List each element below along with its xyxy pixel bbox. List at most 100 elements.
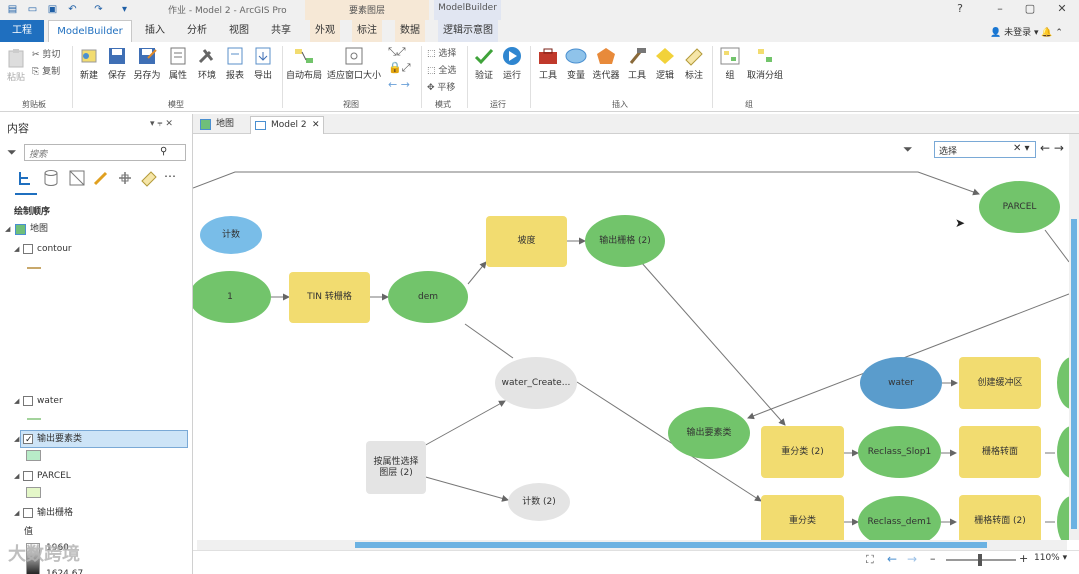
full-extent-icon[interactable]: ⤡⤢ bbox=[388, 45, 406, 59]
auto-layout-button[interactable]: 自动布局 bbox=[286, 46, 322, 81]
paste-button[interactable]: 粘贴 bbox=[4, 48, 28, 83]
help-button[interactable]: ? bbox=[950, 2, 970, 15]
node-raster-to-polygon[interactable]: 栅格转面 bbox=[959, 426, 1041, 478]
node-reclass-slop1[interactable]: Reclass_Slop1 bbox=[858, 426, 941, 478]
validate-button[interactable]: 验证 bbox=[471, 46, 497, 81]
tab-analysis[interactable]: 分析 bbox=[182, 20, 212, 42]
properties-button[interactable]: 属性 bbox=[165, 46, 191, 81]
node-tin-to-raster[interactable]: TIN 转栅格 bbox=[289, 272, 370, 323]
drawing-order-icon[interactable] bbox=[16, 169, 34, 187]
maximize-button[interactable]: ▢ bbox=[1020, 2, 1040, 15]
map-node[interactable]: ◢ 地图 bbox=[0, 221, 190, 237]
clear-find-icon[interactable]: ✕ ▾ bbox=[1013, 143, 1030, 154]
horizontal-scroll-thumb[interactable] bbox=[355, 542, 987, 548]
collapse-icon[interactable]: ◢ bbox=[5, 221, 10, 237]
node-output-raster-2[interactable]: 输出栅格 (2) bbox=[585, 215, 665, 267]
tab-project[interactable]: 工程 bbox=[0, 20, 44, 42]
ungroup-button[interactable]: 取消分组 bbox=[745, 46, 785, 81]
save-icon[interactable]: ▣ bbox=[46, 3, 59, 16]
node-water-create[interactable]: water_Create... bbox=[495, 357, 577, 409]
logic-button[interactable]: 逻辑 bbox=[652, 46, 678, 81]
new-model-button[interactable]: 新建 bbox=[76, 46, 102, 81]
node-count[interactable]: 计数 bbox=[200, 216, 262, 254]
selection-icon[interactable] bbox=[68, 169, 86, 187]
tab-labeling[interactable]: 标注 bbox=[352, 20, 382, 42]
zoom-out-icon[interactable]: – bbox=[930, 552, 936, 565]
iterators-button[interactable]: 迭代器 bbox=[591, 46, 621, 81]
open-icon[interactable]: ▭ bbox=[26, 3, 39, 16]
find-filter-icon[interactable]: ⏷ bbox=[903, 142, 913, 157]
export-button[interactable]: 导出 bbox=[250, 46, 276, 81]
layer-checkbox[interactable] bbox=[23, 471, 33, 481]
pan-button[interactable]: ✥ 平移 bbox=[427, 80, 455, 93]
layer-parcel[interactable]: ◢ PARCEL bbox=[0, 468, 190, 484]
copy-button[interactable]: ⎘ 复制 bbox=[32, 64, 60, 77]
node-slope[interactable]: 坡度 bbox=[486, 216, 567, 267]
insert-label-button[interactable]: 标注 bbox=[681, 46, 707, 81]
tab-insert[interactable]: 插入 bbox=[140, 20, 170, 42]
environments-button[interactable]: 环境 bbox=[194, 46, 220, 81]
group-button[interactable]: 组 bbox=[717, 46, 743, 81]
node-reclassify[interactable]: 重分类 bbox=[761, 495, 844, 540]
model-canvas[interactable]: 计数 1 TIN 转栅格 dem 坡度 输出栅格 (2) PARCEL wate… bbox=[193, 134, 1069, 540]
layer-water[interactable]: ◢ water bbox=[0, 393, 190, 409]
tab-view[interactable]: 视图 bbox=[224, 20, 254, 42]
more-options-icon[interactable]: ⋯ bbox=[164, 169, 182, 187]
collapse-icon[interactable]: ◢ bbox=[14, 468, 19, 484]
tab-model-view[interactable]: Model 2 ✕ bbox=[250, 116, 324, 134]
tab-share[interactable]: 共享 bbox=[266, 20, 296, 42]
select-all-button[interactable]: ⬚ 全选 bbox=[427, 63, 456, 76]
node-select-by-attribute[interactable]: 按属性选择图层 (2) bbox=[366, 441, 426, 494]
node-raster-to-polygon-2[interactable]: 栅格转面 (2) bbox=[959, 495, 1041, 540]
run-button[interactable]: 运行 bbox=[499, 46, 525, 81]
horizontal-scrollbar[interactable] bbox=[197, 540, 1067, 550]
layer-checkbox[interactable] bbox=[23, 244, 33, 254]
editing-icon[interactable] bbox=[92, 169, 110, 187]
back-icon[interactable]: ← bbox=[887, 552, 897, 566]
previous-next-extent-icon[interactable]: ← → bbox=[388, 78, 410, 91]
close-tab-icon[interactable]: ✕ bbox=[312, 117, 320, 133]
select-mode-button[interactable]: ⬚ 选择 bbox=[427, 46, 456, 59]
tab-appearance[interactable]: 外观 bbox=[310, 20, 340, 42]
collapse-icon[interactable]: ◢ bbox=[14, 505, 19, 521]
forward-icon[interactable]: → bbox=[907, 552, 917, 566]
tab-diagram[interactable]: 逻辑示意图 bbox=[438, 20, 498, 42]
layer-checkbox[interactable] bbox=[23, 508, 33, 518]
search-icon[interactable]: ⚲ bbox=[160, 146, 167, 157]
vertical-scroll-thumb[interactable] bbox=[1071, 219, 1077, 529]
utilities-button[interactable]: 工具 bbox=[624, 46, 650, 81]
fixed-zoom-icon[interactable]: 🔒⤢ bbox=[388, 61, 411, 75]
collapse-icon[interactable]: ◢ bbox=[14, 393, 19, 409]
node-dem[interactable]: dem bbox=[388, 271, 468, 323]
data-source-icon[interactable] bbox=[42, 169, 60, 187]
fit-to-window-button[interactable]: 适应窗口大小 bbox=[326, 46, 382, 81]
close-window-button[interactable]: ✕ bbox=[1052, 2, 1072, 15]
layer-checkbox[interactable] bbox=[23, 396, 33, 406]
node-water[interactable]: water bbox=[860, 357, 942, 409]
node-value-1[interactable]: 1 bbox=[193, 271, 271, 323]
pane-controls[interactable]: ▾ ⫧ ✕ bbox=[150, 119, 173, 129]
insert-variable-button[interactable]: 变量 bbox=[563, 46, 589, 81]
layer-checkbox[interactable] bbox=[23, 432, 33, 448]
collapse-icon[interactable]: ◢ bbox=[14, 431, 19, 447]
layer-output-raster[interactable]: ◢ 输出栅格 bbox=[0, 505, 190, 521]
tab-modelbuilder[interactable]: ModelBuilder bbox=[48, 20, 132, 42]
save-as-button[interactable]: 另存为 bbox=[132, 46, 162, 81]
customize-quick-access-icon[interactable]: ▾ bbox=[118, 3, 131, 16]
tab-map-view[interactable]: 地图 bbox=[196, 116, 244, 134]
collapse-icon[interactable]: ◢ bbox=[14, 241, 19, 257]
redo-icon[interactable]: ↷ bbox=[92, 3, 105, 16]
labeling-icon[interactable] bbox=[140, 169, 158, 187]
layer-output-feature-class[interactable]: ◢ 输出要素类 bbox=[0, 431, 190, 448]
snapping-icon[interactable] bbox=[116, 169, 134, 187]
zoom-in-icon[interactable]: + bbox=[1019, 552, 1028, 565]
save-model-button[interactable]: 保存 bbox=[104, 46, 130, 81]
node-count-2[interactable]: 计数 (2) bbox=[508, 483, 570, 521]
node-parcel[interactable]: PARCEL bbox=[979, 181, 1060, 233]
node-reclassify-2[interactable]: 重分类 (2) bbox=[761, 426, 844, 478]
node-create-buffer[interactable]: 创建缓冲区 bbox=[959, 357, 1041, 409]
zoom-level[interactable]: 110% ▾ bbox=[1034, 553, 1067, 563]
full-extent-icon[interactable]: ⛶ bbox=[866, 553, 874, 567]
minimize-button[interactable]: – bbox=[990, 2, 1010, 15]
tab-data[interactable]: 数据 bbox=[395, 20, 425, 42]
